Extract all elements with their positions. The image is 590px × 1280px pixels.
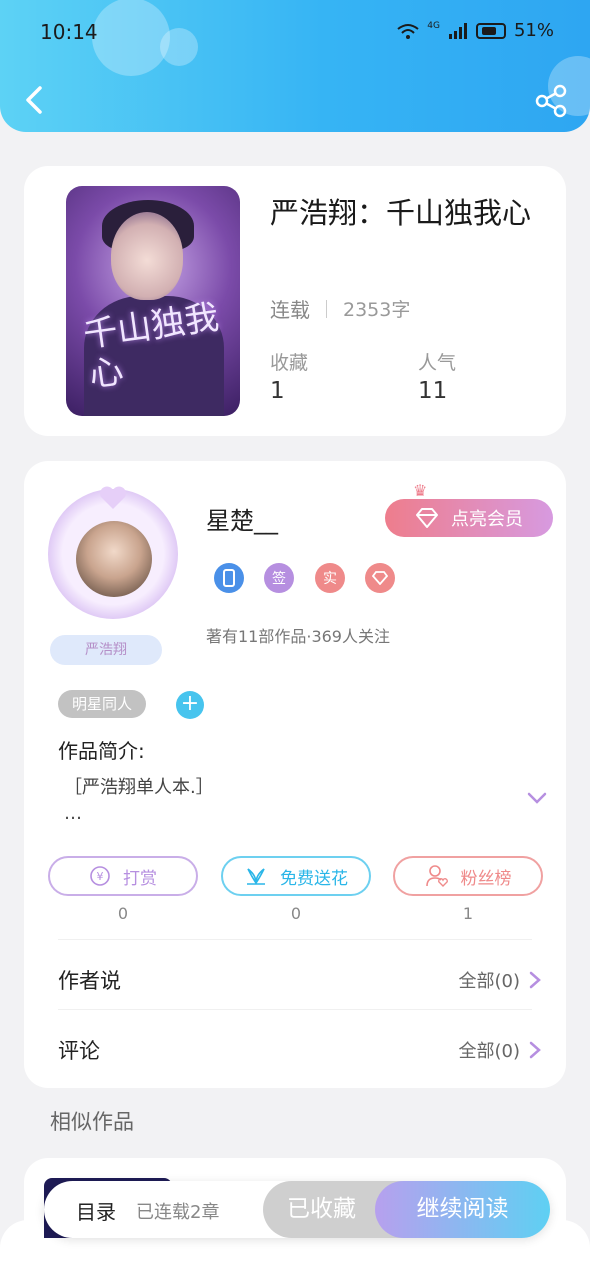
send-flower-button[interactable]: 免费送花 xyxy=(221,856,371,896)
comments-count: 全部(0) xyxy=(458,1041,521,1062)
divider xyxy=(58,1009,532,1010)
flower-icon xyxy=(247,868,265,885)
comments-label[interactable]: 评论 xyxy=(58,1035,100,1065)
diamond-icon xyxy=(416,508,438,528)
heart-icon xyxy=(100,486,126,509)
author-avatar[interactable] xyxy=(48,486,178,619)
crown-icon: ♛ xyxy=(413,481,428,500)
decor-bubble xyxy=(160,28,198,66)
avatar-tag: 严浩翔 xyxy=(50,635,162,665)
intro-label: 作品简介: xyxy=(58,739,145,763)
serial-status: 连载 xyxy=(270,298,310,322)
send-flower-label: 免费送花 xyxy=(280,868,348,889)
divider xyxy=(58,939,532,940)
back-icon[interactable] xyxy=(18,82,54,118)
battery-icon xyxy=(475,22,506,39)
header: 10:14 4G 51% xyxy=(0,0,590,132)
book-status-line: 连载 2353字 xyxy=(270,294,410,323)
genre-tag[interactable]: 明星同人 xyxy=(58,690,147,718)
popularity-label: 人气 xyxy=(418,352,457,374)
chevron-right-icon xyxy=(529,1041,541,1059)
reward-count: 0 xyxy=(117,904,129,923)
book-cover[interactable]: 千山独我心 xyxy=(66,186,240,416)
word-count: 2353字 xyxy=(343,299,411,321)
intro-ellipsis: … xyxy=(64,803,82,824)
sign-badge[interactable]: 签 xyxy=(264,563,294,593)
diamond-badge-icon[interactable] xyxy=(365,563,395,593)
phone-badge-icon[interactable] xyxy=(214,563,244,593)
book-title: 严浩翔：千山独我心 xyxy=(270,196,532,230)
intro-line: ［严浩翔单人本.］ xyxy=(64,777,214,798)
popularity-value: 11 xyxy=(418,378,448,404)
wifi-icon xyxy=(397,23,419,39)
vip-label: 点亮会员 xyxy=(451,509,523,530)
author-notes-link[interactable]: 全部(0) xyxy=(459,967,543,993)
intro-text[interactable]: ［严浩翔单人本.］ … xyxy=(64,775,504,827)
fans-count: 1 xyxy=(462,904,474,923)
phone-icon xyxy=(223,569,235,587)
share-icon[interactable] xyxy=(534,84,568,118)
verified-badge[interactable]: 实 xyxy=(315,563,345,593)
reward-label: 打赏 xyxy=(123,868,157,889)
network-type: 4G xyxy=(427,20,440,31)
signal-icon xyxy=(448,22,467,39)
continue-reading-button[interactable]: 继续阅读 xyxy=(375,1181,550,1238)
author-card: 严浩翔 星楚__ ♛ 点亮会员 签 实 著有11部作品·369人关注 明星同人 … xyxy=(24,461,566,1088)
author-notes-label[interactable]: 作者说 xyxy=(58,965,121,995)
yen-icon: ¥ xyxy=(90,866,110,886)
author-name[interactable]: 星楚__ xyxy=(206,501,278,536)
cover-figure xyxy=(111,212,183,300)
author-notes-count: 全部(0) xyxy=(458,971,521,992)
reward-button[interactable]: ¥ 打赏 xyxy=(48,856,198,896)
chevron-down-icon[interactable] xyxy=(526,787,548,809)
comments-link[interactable]: 全部(0) xyxy=(459,1037,543,1063)
fans-rank-label: 粉丝榜 xyxy=(460,868,512,889)
fans-rank-button[interactable]: 粉丝榜 xyxy=(393,856,543,896)
status-time: 10:14 xyxy=(40,20,98,44)
flower-count: 0 xyxy=(290,904,302,923)
chapter-count[interactable]: 已连载2章 xyxy=(136,1198,219,1224)
favorites-label: 收藏 xyxy=(270,352,309,374)
author-meta: 著有11部作品·369人关注 xyxy=(206,627,390,646)
divider xyxy=(326,299,327,318)
vip-button[interactable]: 点亮会员 xyxy=(385,499,553,537)
book-info-card: 千山独我心 严浩翔：千山独我心 连载 2353字 收藏 1 人气 11 xyxy=(24,166,566,436)
fans-icon xyxy=(425,865,448,887)
diamond-icon xyxy=(372,571,388,585)
decor-bubble xyxy=(92,0,170,76)
bottom-action-bar: 目录 已连载2章 已收藏 继续阅读 xyxy=(44,1181,550,1238)
status-icons: 4G 51% xyxy=(397,20,554,41)
similar-works-title: 相似作品 xyxy=(50,1110,134,1134)
chevron-right-icon xyxy=(529,971,541,989)
add-tag-button[interactable]: + xyxy=(176,691,204,719)
favorites-value: 1 xyxy=(270,378,285,404)
svg-text:¥: ¥ xyxy=(97,870,104,883)
battery-percent: 51% xyxy=(513,20,554,41)
avatar xyxy=(76,521,152,597)
toc-button[interactable]: 目录 xyxy=(76,1196,116,1225)
